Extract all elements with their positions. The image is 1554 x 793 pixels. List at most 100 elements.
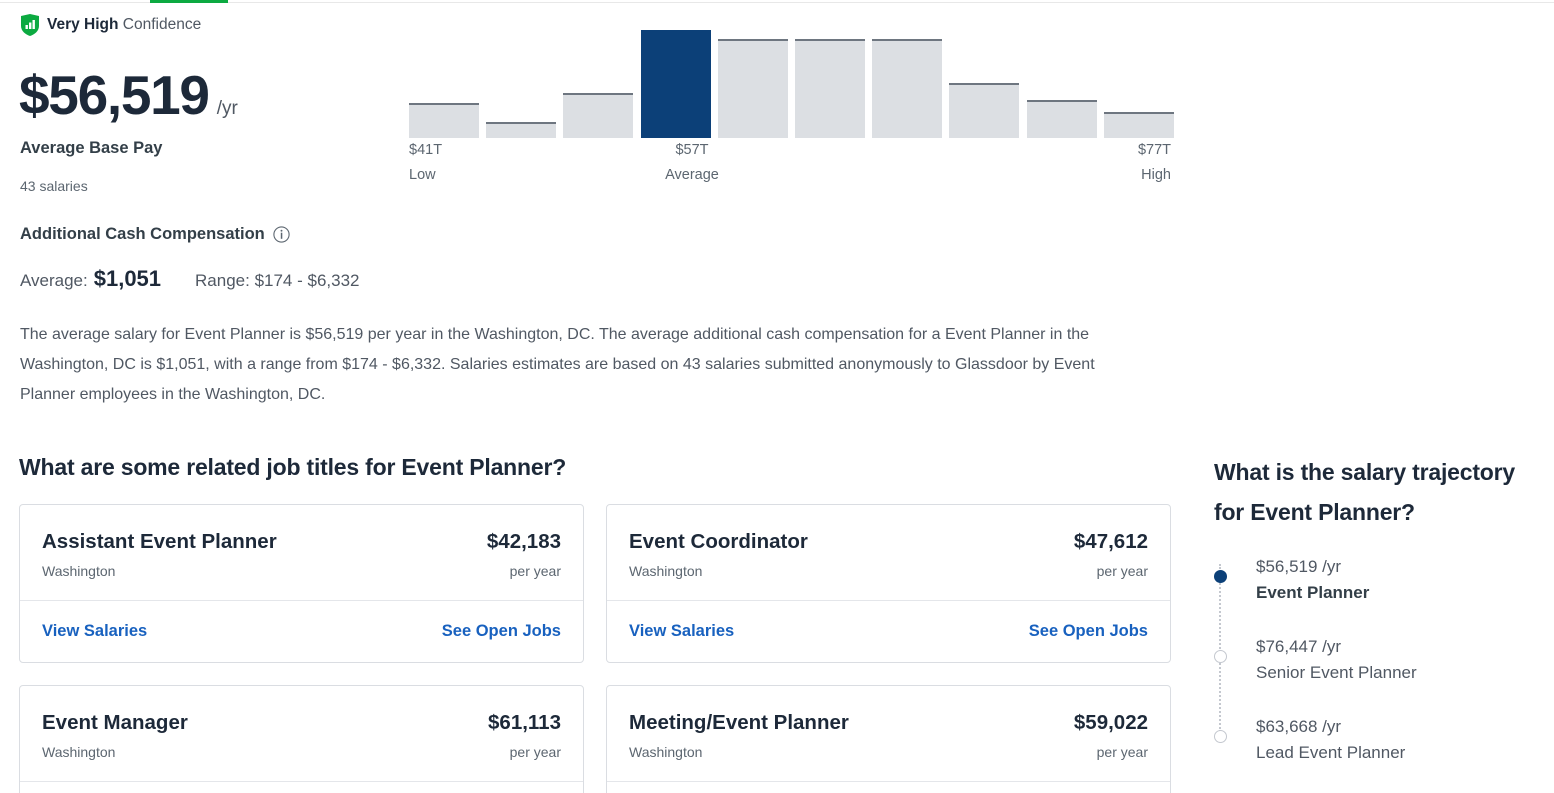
job-pay-amount: $61,113 <box>488 709 561 736</box>
job-location: Washington <box>629 561 808 581</box>
job-pay-period: per year <box>488 742 561 762</box>
chart-bar <box>641 30 711 138</box>
view-salaries-link[interactable]: View Salaries <box>629 620 734 642</box>
salary-summary-paragraph: The average salary for Event Planner is … <box>20 320 1130 410</box>
salary-trajectory-rail: What is the salary trajectory for Event … <box>1214 452 1544 793</box>
job-title: Meeting/Event Planner <box>629 709 849 736</box>
shield-bars-icon <box>20 14 40 36</box>
chart-bars <box>409 28 1171 138</box>
additional-cash-average-label: Average: <box>20 269 88 293</box>
job-card-identity: Event Coordinator Washington <box>629 528 808 581</box>
trajectory-step[interactable]: $63,668 /yrLead Event Planner <box>1256 714 1544 766</box>
chart-tick-average-value: $57T <box>622 138 762 163</box>
related-job-card[interactable]: Assistant Event Planner Washington $42,183… <box>19 504 584 663</box>
job-pay-amount: $42,183 <box>487 528 561 555</box>
job-card-pay: $61,113 per year <box>488 709 561 762</box>
related-job-card[interactable]: Event Manager Washington $61,113 per year Vi… <box>19 685 584 793</box>
trajectory-step-role: Senior Event Planner <box>1256 660 1544 686</box>
info-circle-icon[interactable] <box>273 226 290 243</box>
job-location: Washington <box>42 742 188 762</box>
chart-bar <box>409 103 479 138</box>
job-pay-period: per year <box>1074 742 1148 762</box>
job-pay-amount: $59,022 <box>1074 709 1148 736</box>
salary-details-page: Very High Confidence $56,519 /yr Average… <box>0 0 1554 793</box>
salary-distribution-chart: $41T Low $57T Average $77T High <box>409 28 1171 193</box>
trajectory-step-role: Event Planner <box>1256 580 1544 606</box>
chart-bar <box>1104 112 1174 138</box>
job-card-pay: $42,183 per year <box>487 528 561 581</box>
confidence-label: Very High Confidence <box>47 15 201 35</box>
job-card-actions: View SalariesSee Open Jobs <box>20 781 583 793</box>
job-title: Event Manager <box>42 709 188 736</box>
trajectory-step-dot <box>1214 650 1227 663</box>
job-pay-period: per year <box>487 561 561 581</box>
confidence-level: Very High <box>47 16 119 33</box>
top-divider <box>0 2 1554 3</box>
chart-tick-high: $77T High <box>1081 138 1171 188</box>
job-pay-amount: $47,612 <box>1074 528 1148 555</box>
chart-tick-high-value: $77T <box>1081 138 1171 163</box>
job-pay-period: per year <box>1074 561 1148 581</box>
salary-trajectory-heading: What is the salary trajectory for Event … <box>1214 452 1544 532</box>
job-card-pay: $59,022 per year <box>1074 709 1148 762</box>
related-job-titles-grid: Assistant Event Planner Washington $42,183… <box>19 504 1171 793</box>
trajectory-step[interactable]: $76,447 /yrSenior Event Planner <box>1256 634 1544 686</box>
chart-tick-high-caption: High <box>1081 163 1171 188</box>
related-job-titles-heading: What are some related job titles for Eve… <box>19 452 566 482</box>
chart-bar <box>872 39 942 138</box>
chart-tick-average: $57T Average <box>622 138 762 188</box>
trajectory-step-pay: $56,519 /yr <box>1256 554 1544 580</box>
job-card-pay: $47,612 per year <box>1074 528 1148 581</box>
confidence-row: Very High Confidence <box>20 14 201 36</box>
job-card-summary: Assistant Event Planner Washington $42,183… <box>20 505 583 600</box>
related-job-card[interactable]: Event Coordinator Washington $47,612 per ye… <box>606 504 1171 663</box>
view-salaries-link[interactable]: View Salaries <box>42 620 147 642</box>
chart-tick-average-caption: Average <box>622 163 762 188</box>
job-title: Event Coordinator <box>629 528 808 555</box>
chart-axis-labels: $41T Low $57T Average $77T High <box>409 138 1171 193</box>
chart-bar <box>486 122 556 138</box>
trajectory-step-dot <box>1214 570 1227 583</box>
trajectory-step-pay: $63,668 /yr <box>1256 714 1544 740</box>
chart-bar <box>1027 100 1097 138</box>
job-card-actions: View SalariesSee Open Jobs <box>607 781 1170 793</box>
trajectory-step-role: Lead Event Planner <box>1256 740 1544 766</box>
additional-cash-average-value: $1,051 <box>94 267 161 291</box>
job-card-identity: Assistant Event Planner Washington <box>42 528 277 581</box>
chart-bar <box>949 83 1019 138</box>
additional-cash-values: Average: $1,051 Range: $174 - $6,332 <box>20 267 360 293</box>
average-base-pay-row: $56,519 /yr <box>19 64 238 126</box>
trajectory-step[interactable]: $56,519 /yrEvent Planner <box>1256 554 1544 606</box>
chart-bar <box>718 39 788 138</box>
base-pay-label: Average Base Pay <box>20 137 162 159</box>
base-pay-period: /yr <box>217 97 238 121</box>
job-location: Washington <box>629 742 849 762</box>
job-card-summary: Meeting/Event Planner Washington $59,022 pe… <box>607 686 1170 781</box>
see-open-jobs-link[interactable]: See Open Jobs <box>1029 620 1148 642</box>
trajectory-step-pay: $76,447 /yr <box>1256 634 1544 660</box>
salaries-count: 43 salaries <box>20 177 88 195</box>
confidence-suffix: Confidence <box>119 16 202 33</box>
job-location: Washington <box>42 561 277 581</box>
job-card-actions: View Salaries See Open Jobs <box>607 600 1170 662</box>
job-card-actions: View Salaries See Open Jobs <box>20 600 583 662</box>
job-card-identity: Meeting/Event Planner Washington <box>629 709 849 762</box>
see-open-jobs-link[interactable]: See Open Jobs <box>442 620 561 642</box>
additional-cash-compensation-header: Additional Cash Compensation <box>20 223 290 245</box>
trajectory-connector-line <box>1219 564 1221 732</box>
active-tab-indicator <box>150 0 228 3</box>
related-job-card[interactable]: Meeting/Event Planner Washington $59,022 pe… <box>606 685 1171 793</box>
trajectory-see-more-link[interactable] <box>42 337 47 341</box>
job-card-summary: Event Coordinator Washington $47,612 per ye… <box>607 505 1170 600</box>
chart-tick-low: $41T Low <box>409 138 499 188</box>
salary-trajectory-list: $56,519 /yrEvent Planner $76,447 /yrSenio… <box>1214 554 1544 766</box>
additional-cash-range: Range: $174 - $6,332 <box>195 269 359 293</box>
job-title: Assistant Event Planner <box>42 528 277 555</box>
trajectory-step-dot <box>1214 730 1227 743</box>
chart-tick-low-value: $41T <box>409 138 499 163</box>
chart-bar <box>795 39 865 138</box>
chart-bar <box>563 93 633 138</box>
job-card-identity: Event Manager Washington <box>42 709 188 762</box>
additional-cash-title: Additional Cash Compensation <box>20 223 265 245</box>
chart-tick-low-caption: Low <box>409 163 499 188</box>
